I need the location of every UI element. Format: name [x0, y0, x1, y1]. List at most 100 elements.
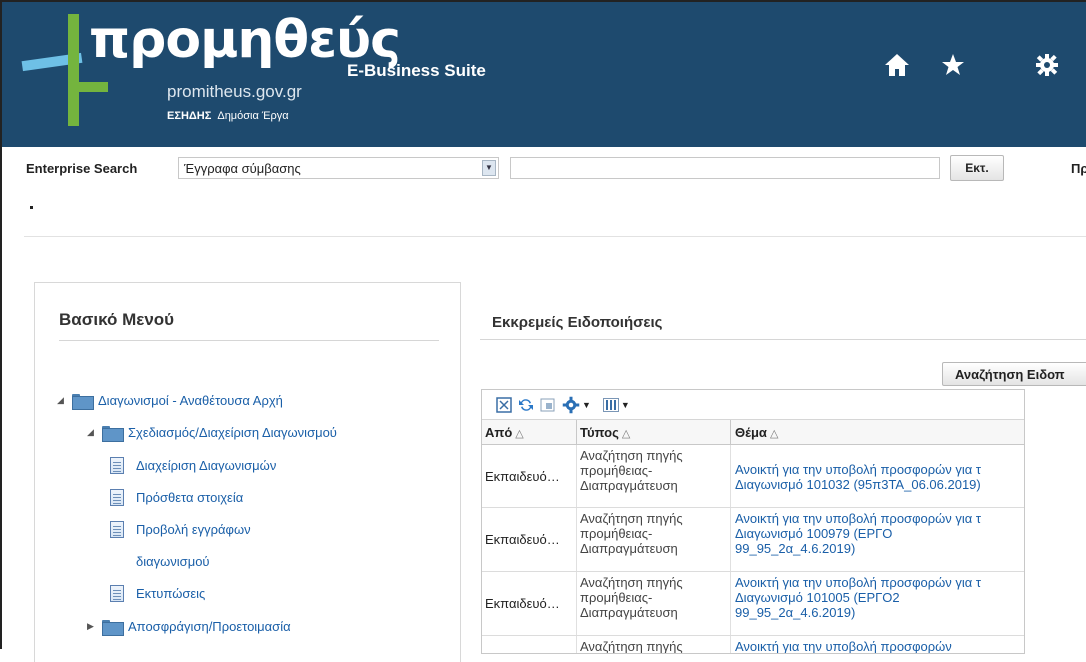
cell-subject-link[interactable]: Ανοικτή για την υποβολή προσφορών για τ …	[735, 462, 1023, 492]
sort-triangle-icon[interactable]: △	[622, 428, 630, 440]
settings-gear-icon[interactable]	[1032, 50, 1062, 80]
cell-type-line: Αναζήτηση πηγής	[580, 511, 683, 526]
column-header-subject[interactable]: Θέμα △	[735, 425, 778, 440]
search-input[interactable]	[510, 157, 940, 179]
column-header-label[interactable]: Από	[485, 425, 512, 440]
tree-item-tenders-authority[interactable]: ◢ Διαγωνισμοί - Αναθέτουσα Αρχή	[57, 393, 283, 410]
cell-subject-line[interactable]: Ανοικτή για την υποβολή προσφορών για τ	[735, 511, 1023, 526]
tree-item-tender-management[interactable]: Διαχείριση Διαγωνισμών	[110, 457, 276, 474]
column-header-from[interactable]: Από △	[485, 425, 524, 440]
cell-type-line: Αναζήτηση πηγής	[580, 639, 683, 654]
cell-type-line: προμήθειας-	[580, 463, 653, 478]
cell-type-line: Αναζήτηση πηγής	[580, 448, 683, 463]
column-header-label[interactable]: Τύπος	[580, 425, 619, 440]
cell-subject-line[interactable]: 99_95_2α_4.6.2019)	[735, 605, 1023, 620]
enterprise-search-label: Enterprise Search	[26, 161, 138, 176]
column-header-type[interactable]: Τύπος △	[580, 425, 630, 440]
sort-triangle-icon[interactable]: △	[515, 428, 523, 440]
page-icon	[110, 489, 124, 506]
table-row[interactable]: Εκπαιδευό… Αναζήτηση πηγής προμήθειας- Δ…	[482, 572, 1024, 636]
cell-type: Αναζήτηση πηγής	[580, 639, 683, 654]
cell-subject-line[interactable]: Διαγωνισμό 101032 (95π3ΤΑ_06.06.2019)	[735, 477, 1023, 492]
cell-subject-line[interactable]: Ανοικτή για την υποβολή προσφορών	[735, 639, 1023, 653]
cell-subject-line[interactable]: Διαγωνισμό 100979 (ΕΡΓΟ	[735, 526, 1023, 541]
sort-triangle-icon[interactable]: △	[770, 428, 778, 440]
main-menu-title: Βασικό Μενού	[59, 310, 175, 329]
cell-subject-link[interactable]: Ανοικτή για την υποβολή προσφορών για τ …	[735, 575, 1023, 620]
logo-org-sub: Δημόσια Έργα	[217, 110, 289, 122]
collapsed-triangle-icon[interactable]: ▶	[87, 621, 97, 632]
tree-item-label[interactable]: Εκτυπώσεις	[136, 586, 205, 601]
cell-subject-link[interactable]: Ανοικτή για την υποβολή προσφορών	[735, 639, 1023, 653]
chevron-down-icon[interactable]: ▼	[482, 160, 496, 176]
cell-subject-line[interactable]: Ανοικτή για την υποβολή προσφορών για τ	[735, 575, 1023, 590]
enterprise-search-bar: Enterprise Search Έγγραφα σύμβασης ▼ Εκτ…	[2, 147, 1086, 191]
table-header: Από △ Τύπος △ Θέμα △	[482, 420, 1024, 445]
cell-type: Αναζήτηση πηγής προμήθειας- Διαπραγμάτευ…	[580, 511, 683, 556]
cell-type: Αναζήτηση πηγής προμήθειας- Διαπραγμάτευ…	[580, 448, 683, 493]
cell-type-line: Διαπραγμάτευση	[580, 541, 678, 556]
logo-org: ΕΣΗΔΗΣ Δημόσια Έργα	[167, 110, 289, 122]
folder-icon	[102, 619, 124, 636]
freeze-icon[interactable]	[540, 397, 556, 413]
chevron-down-icon[interactable]: ▼	[621, 400, 630, 410]
table-row[interactable]: Αναζήτηση πηγής Ανοικτή για την υποβολή …	[482, 636, 1024, 654]
table-row[interactable]: Εκπαιδευό… Αναζήτηση πηγής προμήθειας- Δ…	[482, 445, 1024, 508]
cell-type-line: προμήθειας-	[580, 526, 653, 541]
tree-item-additional-info[interactable]: Πρόσθετα στοιχεία	[110, 489, 243, 506]
divider	[480, 339, 1086, 340]
logo-org-name: ΕΣΗΔΗΣ	[167, 110, 212, 122]
search-category-value: Έγγραφα σύμβασης	[184, 161, 301, 176]
tree-item-label[interactable]: Διαγωνισμοί - Αναθέτουσα Αρχή	[98, 393, 283, 408]
cell-subject-line[interactable]: Διαγωνισμό 101005 (ΕΡΓΟ2	[735, 590, 1023, 605]
search-notifications-button[interactable]: Αναζήτηση Ειδοπ	[942, 362, 1086, 386]
cell-from: Εκπαιδευό…	[485, 469, 560, 484]
columns-icon[interactable]: ▼	[602, 397, 630, 412]
cell-type-line: Αναζήτηση πηγής	[580, 575, 683, 590]
app-header: προμηθεύς promitheus.gov.gr ΕΣΗΔΗΣ Δημόσι…	[2, 2, 1086, 147]
expanded-triangle-icon[interactable]: ◢	[57, 395, 67, 406]
cell-type-line: Διαπραγμάτευση	[580, 478, 678, 493]
column-divider	[576, 420, 577, 445]
logo-domain: promitheus.gov.gr	[167, 82, 302, 101]
suite-title: E-Business Suite	[347, 61, 486, 80]
main-menu-panel: Βασικό Μενού ◢ Διαγωνισμοί - Αναθέτουσα …	[34, 282, 461, 662]
tree-item-label-wrap[interactable]: Προβολή εγγράφων διαγωνισμού	[136, 514, 251, 578]
expanded-triangle-icon[interactable]: ◢	[87, 427, 97, 438]
favorites-star-icon[interactable]	[938, 50, 968, 80]
tree-item-label[interactable]: Προβολή εγγράφων	[136, 522, 251, 537]
page-icon	[110, 521, 124, 538]
tree-item-label[interactable]: Αποσφράγιση/Προετοιμασία	[128, 619, 291, 634]
detach-icon[interactable]	[496, 396, 512, 413]
tree-item-label[interactable]: Διαχείριση Διαγωνισμών	[136, 458, 276, 473]
page-icon	[110, 585, 124, 602]
tree-item-label-line2[interactable]: διαγωνισμού	[136, 554, 210, 569]
tree-item-printouts[interactable]: Εκτυπώσεις	[110, 585, 205, 602]
column-divider	[730, 420, 731, 445]
divider	[59, 340, 439, 341]
search-go-button[interactable]: Εκτ.	[950, 155, 1004, 181]
tree-item-label[interactable]: Πρόσθετα στοιχεία	[136, 490, 243, 505]
chevron-down-icon[interactable]: ▼	[582, 400, 591, 410]
cell-subject-link[interactable]: Ανοικτή για την υποβολή προσφορών για τ …	[735, 511, 1023, 556]
tree-item-label[interactable]: Σχεδιασμός/Διαχείριση Διαγωνισμού	[128, 425, 337, 440]
tree-item-unsealing[interactable]: ▶ Αποσφράγιση/Προετοιμασία	[87, 619, 291, 636]
home-icon[interactable]	[882, 50, 912, 80]
column-header-label[interactable]: Θέμα	[735, 425, 767, 440]
search-category-select[interactable]: Έγγραφα σύμβασης ▼	[178, 157, 499, 179]
page-icon	[110, 457, 124, 474]
divider	[24, 236, 1086, 237]
pending-notifications-title: Εκκρεμείς Ειδοποιήσεις	[492, 314, 663, 331]
cell-subject-line[interactable]: Ανοικτή για την υποβολή προσφορών για τ	[735, 462, 1023, 477]
tree-item-view-documents[interactable]: Προβολή εγγράφων διαγωνισμού	[110, 521, 251, 578]
notifications-table: ▼ ▼ Από △ Τύπος △ Θέμα △ Εκπαιδευό… Αναζήτη…	[481, 389, 1025, 654]
tree-item-tender-planning[interactable]: ◢ Σχεδιασμός/Διαχείριση Διαγωνισμού	[87, 425, 337, 442]
cell-subject-line[interactable]: 99_95_2α_4.6.2019)	[735, 541, 1023, 556]
table-row[interactable]: Εκπαιδευό… Αναζήτηση πηγής προμήθειας- Δ…	[482, 508, 1024, 572]
folder-icon	[102, 425, 124, 442]
refresh-icon[interactable]	[518, 397, 534, 413]
logo-green-stripe-foot	[68, 82, 108, 92]
cell-type-line: προμήθειας-	[580, 590, 653, 605]
actions-gear-icon[interactable]: ▼	[562, 396, 591, 414]
header-link-truncated[interactable]: Πρ	[1071, 161, 1086, 176]
